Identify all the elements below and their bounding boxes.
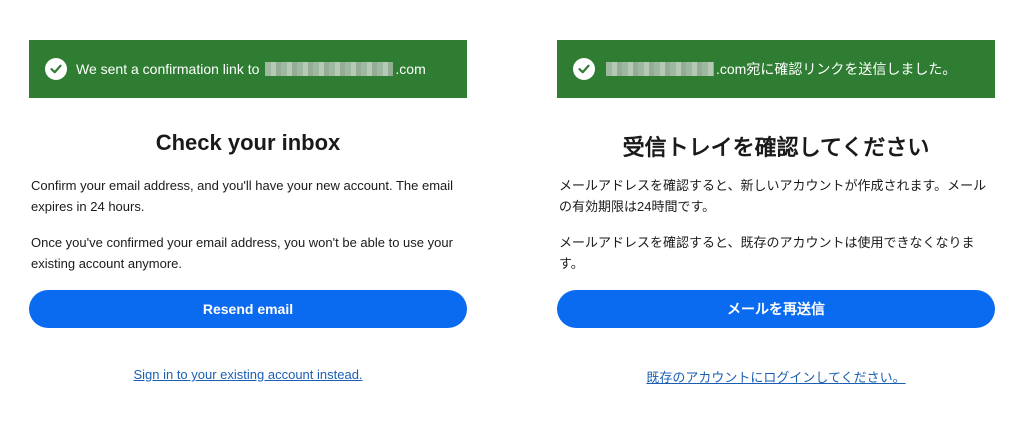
page-title: Check your inbox — [155, 130, 341, 155]
japanese-panel: .com宛に確認リンクを送信しました。 受信トレイを確認してください メールアド… — [557, 0, 995, 423]
english-panel: We sent a confirmation link to .com Chec… — [29, 0, 467, 423]
warning-paragraph: Once you've confirmed your email address… — [31, 235, 453, 271]
instructions-paragraph: Confirm your email address, and you'll h… — [31, 178, 454, 214]
page-title-jp: 受信トレイを確認してください — [622, 135, 930, 160]
redacted-email — [265, 62, 394, 76]
sign-in-existing-link[interactable]: Sign in to your existing account instead… — [29, 367, 467, 382]
checkmark-circle-icon — [573, 58, 595, 80]
redacted-email — [606, 62, 714, 76]
banner-suffix: .com — [395, 61, 426, 77]
resend-email-button-jp[interactable]: メールを再送信 — [557, 290, 995, 328]
instructions-paragraph-jp: メールアドレスを確認すると、新しいアカウントが作成されます。メールの有効期限は2… — [559, 178, 987, 214]
banner-message: We sent a confirmation link to .com — [76, 61, 426, 77]
success-banner-jp: .com宛に確認リンクを送信しました。 — [557, 40, 995, 98]
sign-in-existing-link-jp[interactable]: 既存のアカウントにログインしてください。 — [557, 367, 995, 386]
banner-prefix: We sent a confirmation link to — [76, 61, 260, 77]
success-banner: We sent a confirmation link to .com — [29, 40, 467, 98]
checkmark-circle-icon — [45, 58, 67, 80]
banner-suffix-jp: .com宛に確認リンクを送信しました。 — [716, 61, 957, 77]
warning-paragraph-jp: メールアドレスを確認すると、既存のアカウントは使用できなくなります。 — [559, 235, 975, 271]
resend-email-button[interactable]: Resend email — [29, 290, 467, 328]
banner-message-jp: .com宛に確認リンクを送信しました。 — [604, 59, 956, 79]
